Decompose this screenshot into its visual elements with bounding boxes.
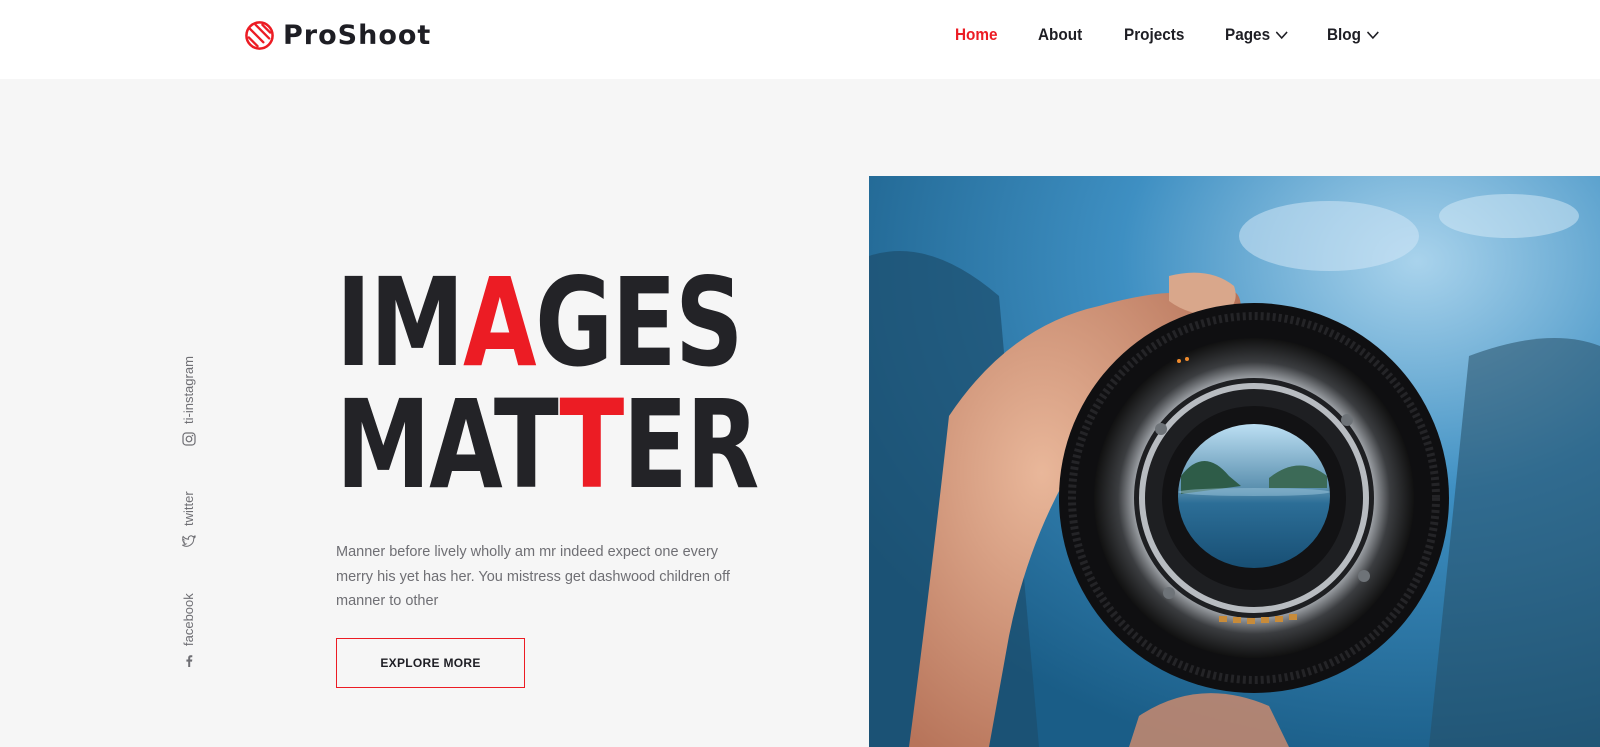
social-label: twitter [181,491,196,526]
nav-item-projects[interactable]: Projects [1124,25,1184,45]
nav-item-label: Home [955,25,998,44]
lens-photo-illustration [869,176,1600,747]
nav-item-label: About [1038,25,1083,44]
hero-title-line-1: IMAGES [336,262,758,384]
title-accent-letter: T [559,374,624,516]
title-text: MAT [336,374,561,516]
title-accent-letter: A [462,252,537,394]
title-text: IM [336,252,465,394]
title-text: GES [535,252,744,394]
nav-item-label: Pages [1225,25,1271,44]
facebook-icon [185,655,192,667]
title-text: ER [622,374,760,516]
explore-more-button[interactable]: EXPLORE MORE [336,638,525,688]
nav-item-label: Projects [1124,25,1185,44]
social-label: ti-instagram [181,356,196,424]
chevron-down-icon [1366,30,1379,39]
hero-lens-photo [869,176,1600,747]
site-header: ProShoot Home About Projects Pages Blog [0,0,1600,79]
social-instagram-link[interactable]: ti-instagram [181,356,196,446]
brand-logo[interactable]: ProShoot [244,20,431,51]
hero-title: IMAGES MATTER [336,262,759,506]
nav-item-label: Blog [1327,25,1362,44]
nav-item-home[interactable]: Home [955,25,998,45]
social-facebook-link[interactable]: facebook [181,593,196,668]
brand-name: ProShoot [283,20,432,51]
nav-item-pages[interactable]: Pages [1225,25,1288,45]
instagram-icon [181,432,196,446]
social-label: facebook [181,593,196,646]
nav-item-about[interactable]: About [1038,25,1082,45]
twitter-icon [181,534,196,547]
chevron-down-icon [1275,30,1288,39]
social-twitter-link[interactable]: twitter [181,491,196,548]
hero-description: Manner before lively wholly am mr indeed… [336,544,730,609]
nav-item-blog[interactable]: Blog [1327,25,1379,45]
hero-title-line-2: MATTER [336,384,759,506]
aperture-icon [245,21,274,50]
